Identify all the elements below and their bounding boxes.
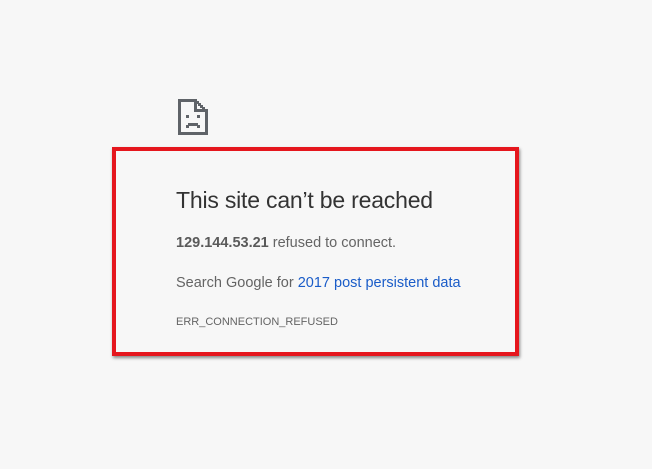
sad-file-icon: [178, 99, 208, 135]
host-address: 129.144.53.21: [176, 235, 269, 251]
error-page: This site can’t be reached 129.144.53.21…: [0, 0, 652, 469]
search-google-link[interactable]: 2017 post persistent data: [298, 275, 461, 291]
connection-message: 129.144.53.21 refused to connect.: [176, 235, 396, 251]
error-title: This site can’t be reached: [176, 187, 433, 213]
error-code: ERR_CONNECTION_REFUSED: [176, 316, 338, 328]
search-suggestion-prefix: Search Google for: [176, 275, 298, 291]
search-suggestion: Search Google for 2017 post persistent d…: [176, 275, 461, 291]
connection-message-suffix: refused to connect.: [268, 235, 397, 251]
